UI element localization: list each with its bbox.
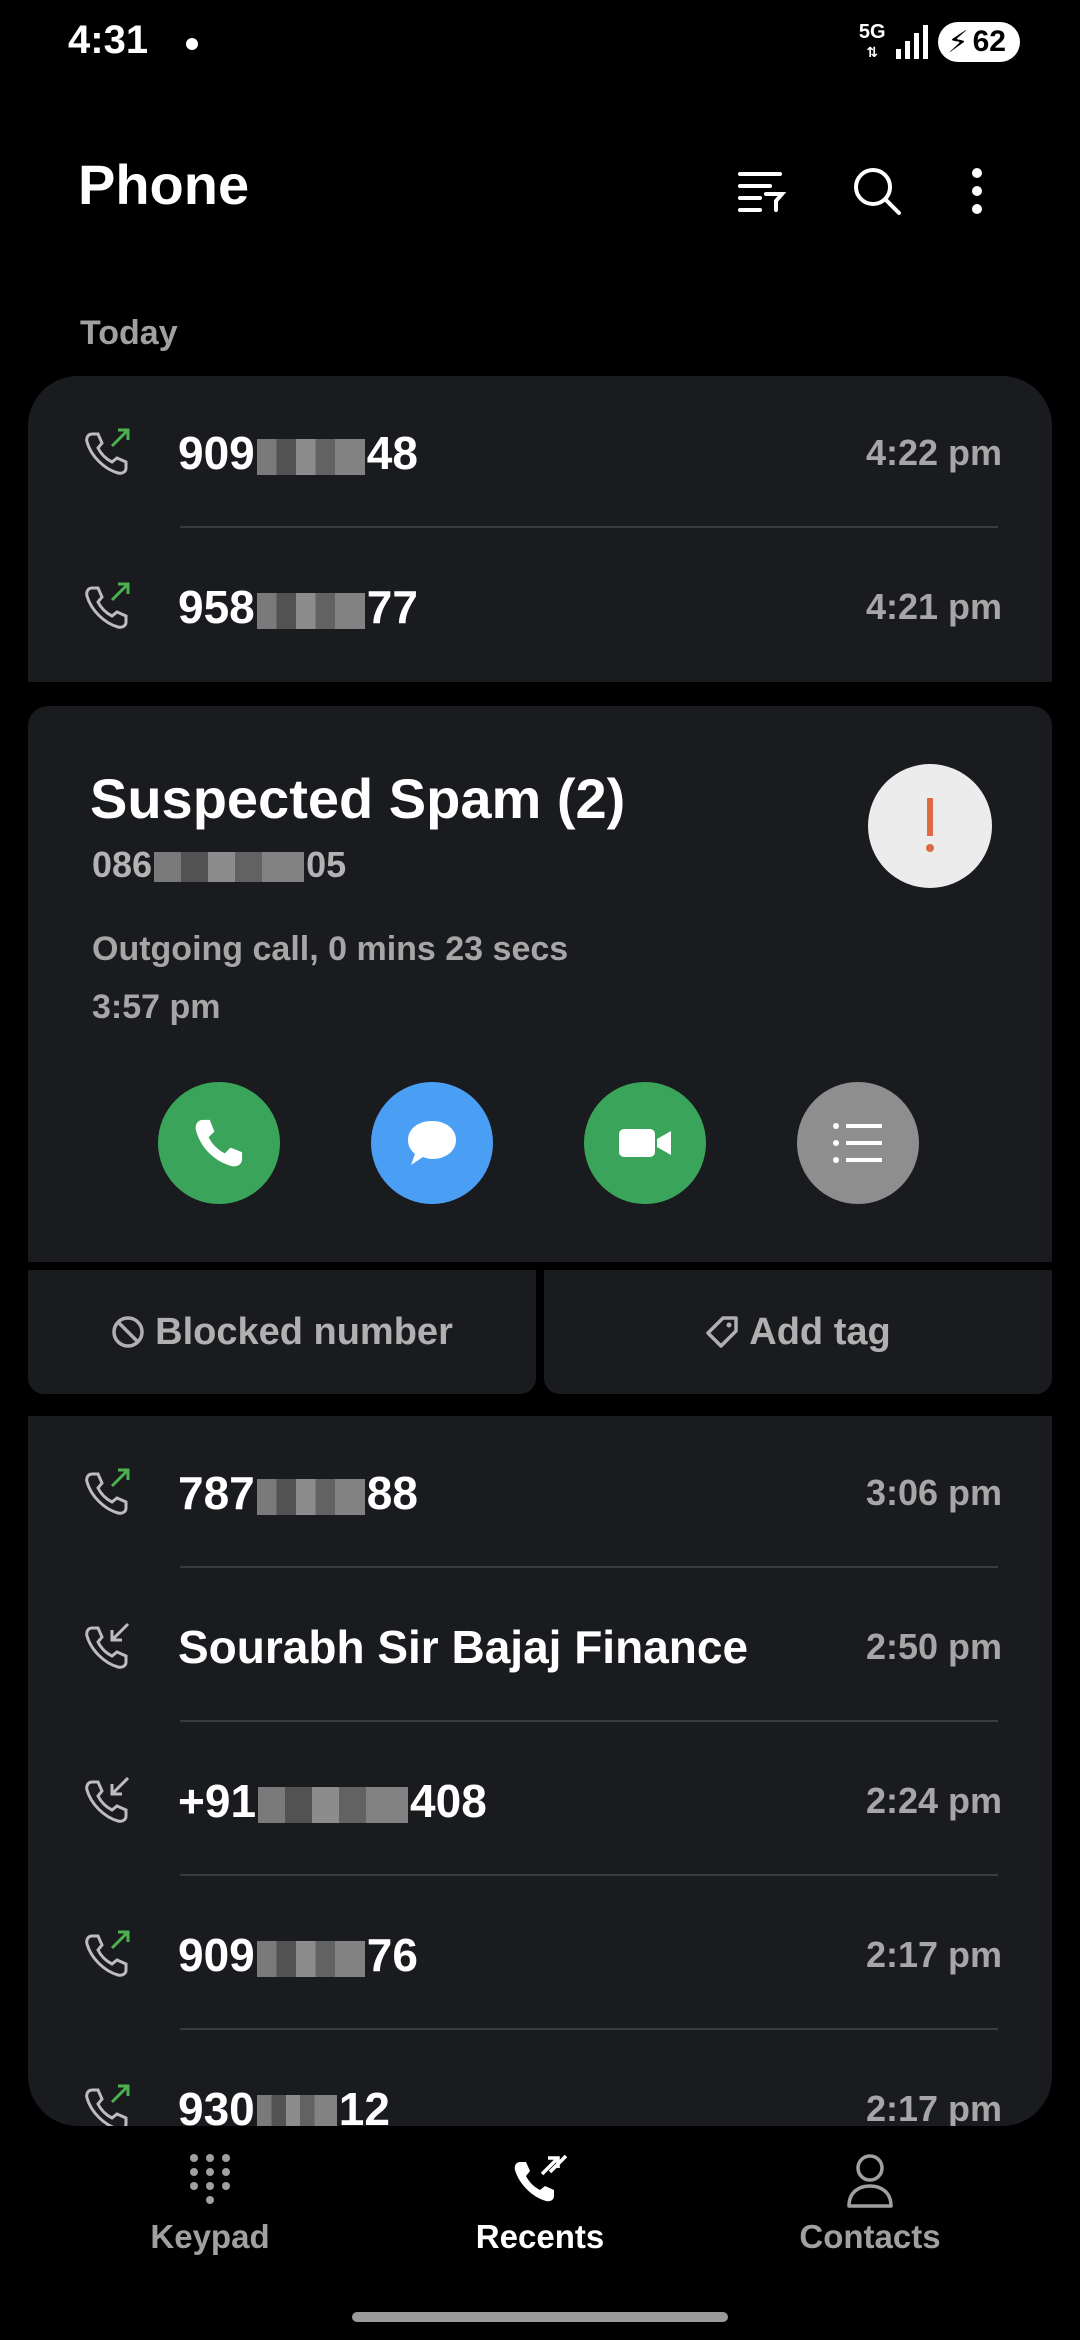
outgoing-call-icon (85, 1468, 130, 1515)
call-number: 958 77 (178, 581, 418, 633)
call-row[interactable]: 787 88 3:06 pm (28, 1416, 1052, 1568)
divider (180, 1720, 998, 1722)
call-detail: Outgoing call, 0 mins 23 secs (92, 930, 569, 968)
call-number: +91 408 (178, 1775, 487, 1827)
nav-recents[interactable]: Recents (390, 2152, 690, 2256)
call-time: 3:57 pm (92, 988, 221, 1026)
incoming-call-icon (85, 1622, 130, 1669)
recent-calls-group-2: 787 88 3:06 pm Sourabh Sir Bajaj Finance … (28, 1416, 1052, 2135)
outgoing-call-icon (85, 582, 130, 629)
call-number: 909 48 (178, 427, 418, 479)
redacted-digits (256, 1478, 365, 1515)
call-number: 909 76 (178, 1929, 418, 1981)
call-row[interactable]: Sourabh Sir Bajaj Finance 2:50 pm (28, 1570, 1052, 1722)
signal-icon (895, 25, 928, 59)
search-icon (854, 168, 901, 215)
redacted-digits (256, 592, 365, 629)
charging-icon: ⚡ (947, 25, 969, 59)
nav-keypad-label: Keypad (150, 2218, 270, 2255)
redacted-digits (258, 1786, 409, 1823)
network-5g-icon: 5G ⇅ (858, 21, 886, 60)
divider (180, 526, 998, 528)
redacted-digits (256, 1940, 365, 1977)
divider (180, 1566, 998, 1568)
nav-keypad[interactable]: Keypad (60, 2152, 360, 2256)
call-row[interactable]: 909 76 2:17 pm (28, 1878, 1052, 2030)
call-time: 3:06 pm (865, 1472, 1002, 1513)
call-time: 2:17 pm (865, 1934, 1002, 1975)
phone-icon (195, 1119, 243, 1167)
status-icons: 5G ⇅ ⚡ 62 (859, 18, 1020, 66)
more-vertical-icon (972, 168, 982, 214)
battery-indicator: ⚡ 62 (937, 22, 1020, 62)
message-button[interactable] (371, 1082, 493, 1204)
call-time: 4:22 pm (865, 432, 1002, 473)
call-row[interactable]: 958 77 4:21 pm (28, 530, 1052, 682)
filter-button[interactable] (730, 160, 792, 222)
call-time: 2:50 pm (865, 1626, 1002, 1667)
search-button[interactable] (846, 160, 908, 222)
blocked-number-button[interactable]: Blocked number (28, 1270, 536, 1394)
call-row[interactable]: +91 408 2:24 pm (28, 1724, 1052, 1876)
bottom-navigation: Keypad Recents Contacts (0, 2126, 1080, 2340)
status-time: 4:31 (68, 18, 149, 62)
add-tag-label: Add tag (749, 1310, 891, 1353)
video-icon (619, 1129, 671, 1157)
nav-contacts[interactable]: Contacts (720, 2152, 1020, 2256)
exclamation-icon (926, 798, 934, 852)
list-icon (833, 1123, 882, 1163)
outgoing-call-icon (85, 428, 130, 475)
call-number: 787 88 (178, 1467, 418, 1519)
spam-title: Suspected Spam (2) (90, 767, 626, 830)
spam-number: 086 05 (92, 844, 347, 885)
message-icon (408, 1121, 456, 1165)
recent-calls-group-1: 909 48 4:22 pm 958 77 4:21 pm (28, 376, 1052, 682)
more-options-button[interactable] (946, 160, 1008, 222)
call-button[interactable] (158, 1082, 280, 1204)
spam-warning-button[interactable] (868, 764, 992, 888)
blocked-number-label: Blocked number (155, 1310, 453, 1353)
tag-icon (706, 1316, 739, 1348)
outgoing-call-icon (85, 1930, 130, 1977)
page-title: Phone (78, 153, 250, 216)
call-time: 2:17 pm (865, 2088, 1002, 2129)
battery-level: 62 (972, 25, 1006, 58)
section-today: Today (80, 314, 178, 352)
block-icon (112, 1316, 144, 1348)
redacted-digits (154, 852, 305, 883)
notification-dot (186, 38, 198, 50)
nav-contacts-label: Contacts (799, 2218, 941, 2255)
divider (180, 1874, 998, 1876)
details-button[interactable] (797, 1082, 919, 1204)
incoming-call-icon (85, 1776, 130, 1823)
filter-icon (738, 172, 786, 212)
add-tag-button[interactable]: Add tag (544, 1270, 1052, 1394)
keypad-icon (190, 2154, 230, 2204)
video-call-button[interactable] (584, 1082, 706, 1204)
call-row[interactable]: 909 48 4:22 pm (28, 376, 1052, 528)
contact-name: Sourabh Sir Bajaj Finance (178, 1621, 749, 1673)
home-indicator[interactable] (352, 2312, 728, 2322)
recents-icon (514, 2154, 568, 2202)
call-time: 2:24 pm (865, 1780, 1002, 1821)
call-time: 4:21 pm (865, 586, 1002, 627)
redacted-digits (256, 438, 365, 475)
contacts-icon (847, 2154, 893, 2208)
nav-recents-label: Recents (475, 2218, 605, 2255)
divider (180, 2028, 998, 2030)
